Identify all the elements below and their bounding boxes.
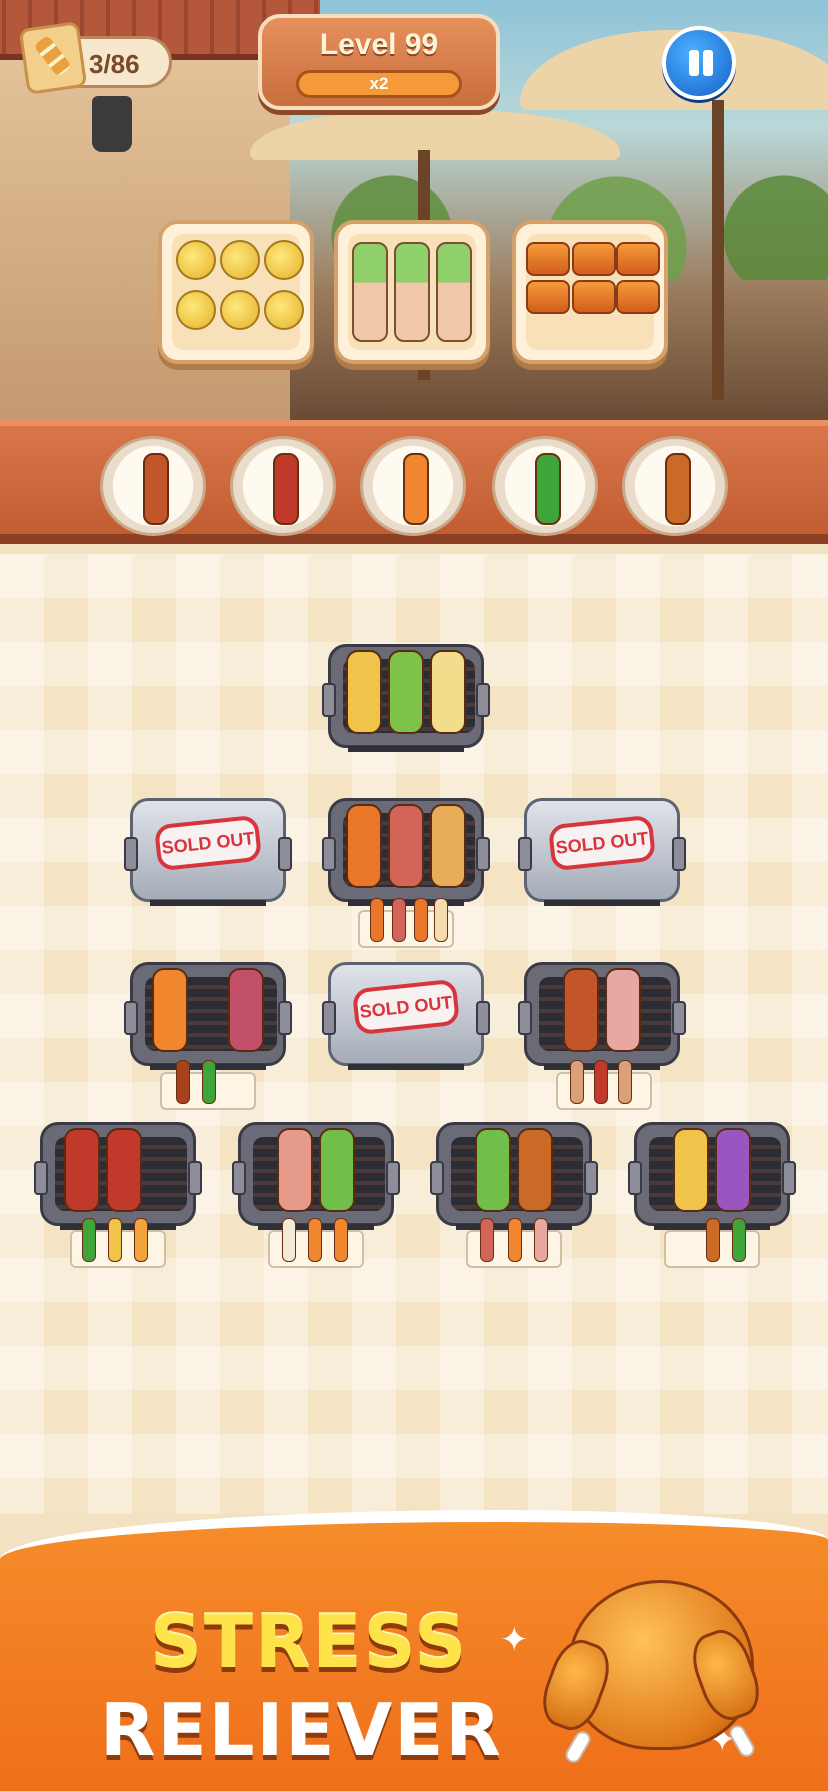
corn-icon xyxy=(176,290,216,330)
grill-2[interactable] xyxy=(322,798,490,908)
level-progress-bar: x2 xyxy=(296,70,462,98)
potato-skewer-icon xyxy=(346,650,382,734)
grill-sold-out-1: SOLD OUT xyxy=(124,798,292,908)
green-pepper-skewer-icon xyxy=(535,453,561,525)
umbrella-pole xyxy=(712,100,724,400)
order-counter-text: 3/86 xyxy=(89,49,140,79)
grill-8[interactable] xyxy=(628,1122,796,1232)
roast-chicken-illustration xyxy=(534,1540,774,1770)
meatball-skewer-icon xyxy=(143,453,169,525)
pause-button[interactable] xyxy=(662,26,736,100)
grill-7-queue xyxy=(466,1218,562,1268)
corn-icon xyxy=(176,240,216,280)
order-tray-corn xyxy=(158,220,314,364)
grill-4-queue xyxy=(556,1060,652,1110)
corn-skewer-icon xyxy=(673,1128,709,1212)
asparagus-roll-icon xyxy=(436,242,472,342)
order-tray-asparagus xyxy=(334,220,490,364)
asparagus-roll-icon xyxy=(352,242,388,342)
chicken-skewer-icon xyxy=(346,804,382,888)
shelf-plate-1[interactable] xyxy=(100,436,206,536)
zucchini-skewer-icon xyxy=(388,650,424,734)
asparagus-roll-icon xyxy=(319,1128,355,1212)
multiplier-text: x2 xyxy=(369,74,389,93)
shelf-plate-5[interactable] xyxy=(622,436,728,536)
grill-1[interactable] xyxy=(322,644,490,754)
tofu-skewer-icon xyxy=(430,650,466,734)
sold-out-label: SOLD OUT xyxy=(554,828,650,858)
corn-icon xyxy=(220,240,260,280)
grill-8-queue xyxy=(664,1218,760,1268)
shelf-plate-2[interactable] xyxy=(230,436,336,536)
grill-6[interactable] xyxy=(232,1122,400,1232)
mushroom-skewer-icon xyxy=(430,804,466,888)
level-title: Level 99 xyxy=(319,28,439,61)
chicken-skewer-icon xyxy=(572,280,616,314)
order-counter: 3/86 xyxy=(18,21,172,95)
octopus-skewer-icon xyxy=(228,968,264,1052)
chicken-skewer-icon xyxy=(616,280,660,314)
shrimp-skewer-icon xyxy=(152,968,188,1052)
game-board: SOLD OUT SOLD OUT SOLD OUT xyxy=(0,554,828,1514)
shrimp-skewer-icon xyxy=(403,453,429,525)
corn-icon xyxy=(264,240,304,280)
grill-sold-out-3: SOLD OUT xyxy=(322,962,490,1072)
shelf-plate-4[interactable] xyxy=(492,436,598,536)
umbrella xyxy=(250,110,620,160)
grill-sold-out-2: SOLD OUT xyxy=(518,798,686,908)
order-tray-chicken xyxy=(512,220,668,364)
grill-2-queue xyxy=(358,898,454,948)
plate-shelf xyxy=(0,420,828,544)
grill-3-queue xyxy=(160,1060,256,1110)
bacon-strip-icon xyxy=(106,1128,142,1212)
mixed-skewer-icon xyxy=(388,804,424,888)
banner-line-2: RELIEVER xyxy=(100,1688,503,1772)
promo-banner: STRESS RELIEVER ✦ ✦ xyxy=(0,1510,828,1791)
asparagus-roll-icon xyxy=(475,1128,511,1212)
chicken-skewer-icon xyxy=(526,242,570,276)
level-panel: Level 99 x2 xyxy=(258,14,500,110)
chicken-leg-icon xyxy=(665,453,691,525)
wrapped-skewer-icon xyxy=(605,968,641,1052)
bacon-strip-icon xyxy=(273,453,299,525)
meatball-skewer-icon xyxy=(563,968,599,1052)
grill-5-queue xyxy=(70,1218,166,1268)
grill-3[interactable] xyxy=(124,962,292,1072)
grill-5[interactable] xyxy=(34,1122,202,1232)
chicken-leg-icon xyxy=(517,1128,553,1212)
sparkle-icon: ✦ xyxy=(500,1620,529,1660)
chicken-skewer-icon xyxy=(526,280,570,314)
corn-icon xyxy=(220,290,260,330)
grill-6-queue xyxy=(268,1218,364,1268)
bacon-strip-icon xyxy=(64,1128,100,1212)
grill-4[interactable] xyxy=(518,962,686,1072)
order-list-icon xyxy=(18,21,88,95)
wall-lamp xyxy=(92,96,132,152)
ham-leg-icon xyxy=(277,1128,313,1212)
chicken-skewer-icon xyxy=(616,242,660,276)
shelf-plate-3[interactable] xyxy=(360,436,466,536)
asparagus-roll-icon xyxy=(394,242,430,342)
sold-out-label: SOLD OUT xyxy=(160,828,256,858)
banner-line-1: STRESS xyxy=(150,1600,469,1684)
sold-out-label: SOLD OUT xyxy=(358,992,454,1022)
eggplant-skewer-icon xyxy=(715,1128,751,1212)
chicken-skewer-icon xyxy=(572,242,616,276)
corn-icon xyxy=(264,290,304,330)
grill-7[interactable] xyxy=(430,1122,598,1232)
